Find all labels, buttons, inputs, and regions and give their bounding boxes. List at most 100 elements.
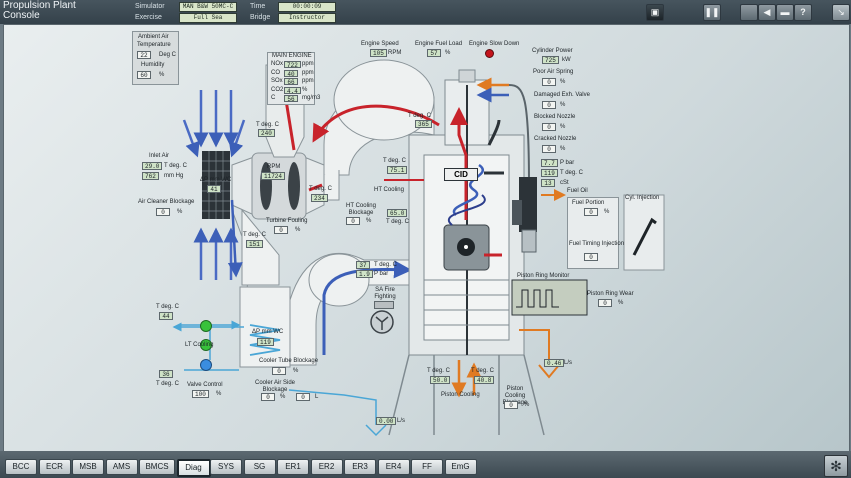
- ht-out-temp-value: 65.0: [387, 209, 408, 217]
- tab-msb[interactable]: MSB: [72, 459, 104, 475]
- tab-sg[interactable]: SG: [243, 459, 276, 475]
- piston-ring-wear-unit: %: [618, 300, 624, 306]
- fire-fighting-toggle[interactable]: [374, 301, 394, 309]
- ht-out-temp-unit: T deg. C: [386, 219, 409, 225]
- engine-slow-down-label: Engine Slow Down: [469, 41, 520, 47]
- taskbar: BCC ECR MSB AMS BMCS Diag SYS SG ER1 ER2 ER3 ER4 FF E…: [0, 451, 851, 478]
- scav-air-pressure-unit: P bar: [374, 271, 389, 277]
- air-cleaner-blockage-value[interactable]: 0: [156, 208, 170, 216]
- piston-ring-wear-value[interactable]: 0: [598, 299, 612, 307]
- ambient-air-panel: Ambient Air Temperature 22 Deg C Humidit…: [132, 31, 179, 85]
- ambient-humidity-value[interactable]: 60: [137, 71, 151, 79]
- turbine-in-temp-label: T deg. C: [256, 122, 279, 128]
- fuel-pressure-value: 7.7: [541, 159, 558, 167]
- engine-fuel-load-value: 57: [427, 49, 441, 57]
- damaged-exh-valve-value[interactable]: 0: [542, 101, 556, 109]
- cid-label: CID: [444, 168, 478, 181]
- emission-unit: mg/m3: [302, 95, 321, 101]
- tab-ecr[interactable]: ECR: [38, 459, 71, 475]
- chat-icon[interactable]: ▬: [776, 4, 794, 21]
- poor-air-spring-label: Poor Air Spring: [533, 69, 574, 75]
- drain-flow-unit: L/s: [397, 418, 406, 424]
- bridge-label: Bridge: [250, 14, 271, 21]
- ht-temp-value: 75.1: [387, 166, 408, 174]
- ht-cooling-blockage-value[interactable]: 0: [346, 217, 360, 225]
- emission-key: CO: [271, 69, 280, 76]
- turbine-fouling-unit: %: [295, 227, 301, 233]
- cyl-injection-label: Cyl. Injection: [625, 195, 660, 201]
- blocked-nozzle-value[interactable]: 0: [542, 123, 556, 131]
- tab-sys[interactable]: SYS: [210, 459, 242, 475]
- tab-ams[interactable]: AMS: [105, 459, 138, 475]
- cooler-dp-value: 119: [257, 338, 274, 346]
- tab-emg[interactable]: EmG: [444, 459, 477, 475]
- inlet-air-temp-value: 29.0: [142, 162, 163, 170]
- piston-cooling-temp1-value: 50.0: [430, 376, 451, 384]
- cylinder-power-value: 725: [542, 56, 559, 64]
- blank-button[interactable]: [740, 4, 758, 21]
- cooler-tube-blockage-value[interactable]: 0: [272, 367, 286, 375]
- fuel-viscosity-value: 13: [541, 179, 555, 187]
- cracked-nozzle-value[interactable]: 0: [542, 145, 556, 153]
- piston-cooling-temp2-label: T deg. C: [471, 368, 494, 374]
- engine-fuel-load-label: Engine Fuel Load: [415, 41, 463, 47]
- tab-bcc[interactable]: BCC: [5, 459, 37, 475]
- slow-down-indicator-icon: [485, 49, 494, 58]
- engine-schematic: [172, 59, 665, 437]
- fuel-portion-value[interactable]: 0: [584, 208, 598, 216]
- lt-return-temp-label: T deg. C: [156, 381, 179, 387]
- piston-ring-monitor-screen: [511, 279, 588, 316]
- inlet-air-temp-unit: T deg. C: [164, 163, 187, 169]
- valve-control-value[interactable]: 100: [192, 390, 209, 398]
- poor-air-spring-unit: %: [560, 79, 566, 85]
- cooler-air-side-blockage-value[interactable]: 0: [261, 393, 275, 401]
- emission-value: 722: [284, 61, 301, 69]
- engine-speed-unit: RPM: [388, 50, 402, 56]
- fuel-timing-value[interactable]: 0: [584, 253, 598, 261]
- emission-value: 66: [284, 78, 298, 86]
- turbine-fouling-value[interactable]: 0: [274, 226, 288, 234]
- compressor-temp-label: T deg. C: [243, 232, 266, 238]
- pause-icon[interactable]: ❚❚: [703, 4, 721, 21]
- ht-cooling-blockage-label: HT Cooling Blockage: [346, 203, 376, 216]
- fan-icon[interactable]: ✻: [824, 455, 848, 477]
- emission-key: CO2: [271, 86, 284, 93]
- speaker-icon[interactable]: ◀: [758, 4, 776, 21]
- poor-air-spring-value[interactable]: 0: [542, 78, 556, 86]
- cracked-nozzle-unit: %: [560, 146, 566, 152]
- cooler-air-side-blockage-unit: %: [280, 394, 286, 400]
- exhaust-temp-label: T deg. C: [408, 113, 431, 119]
- ambient-temp-value[interactable]: 22: [137, 51, 151, 59]
- ambient-air-title: Ambient Air: [138, 34, 169, 40]
- exit-icon[interactable]: ↘: [832, 4, 850, 21]
- cooler-drain-value[interactable]: 0: [296, 393, 310, 401]
- air-cleaner-blockage-unit: %: [177, 209, 183, 215]
- lt-valve-top-icon[interactable]: [200, 320, 212, 332]
- tab-er1[interactable]: ER1: [277, 459, 309, 475]
- sa-fire-fighting-label: SA Fire Fighting: [374, 287, 396, 300]
- exercise-label: Exercise: [135, 14, 162, 21]
- air-cleaner-blockage-label: Air Cleaner Blockage: [138, 199, 195, 205]
- simulator-value: MAN B&W 50MC-C: [179, 2, 237, 12]
- tab-er2[interactable]: ER2: [310, 459, 343, 475]
- lt-valve-bottom-icon[interactable]: [200, 359, 212, 371]
- tab-er4[interactable]: ER4: [377, 459, 410, 475]
- scav-air-temp-unit: T deg. C: [374, 262, 397, 268]
- turbo-rpm-value: 11724: [261, 172, 286, 180]
- engine-fuel-load-unit: %: [445, 50, 451, 56]
- tab-diag[interactable]: Diag: [176, 459, 211, 477]
- lo-flow-unit: L/s: [564, 360, 573, 366]
- help-icon[interactable]: ?: [794, 4, 812, 21]
- monitor-icon[interactable]: ▣: [646, 4, 664, 21]
- tab-bmcs[interactable]: BMCS: [139, 459, 175, 475]
- emission-key: NOx: [271, 61, 283, 67]
- piston-cooling-temp2-value: 40.8: [474, 376, 495, 384]
- tab-ff[interactable]: FF: [411, 459, 443, 475]
- inlet-air-pressure-unit: mm Hg: [164, 173, 184, 179]
- emission-value: 40: [284, 69, 298, 78]
- turbine-fouling-label: Turbine Fouling: [266, 218, 308, 224]
- tab-er3[interactable]: ER3: [344, 459, 376, 475]
- valve-control-unit: %: [216, 391, 222, 397]
- piston-cooling-blockage-value[interactable]: 0: [504, 401, 518, 409]
- lt-temp-value: 44: [159, 312, 173, 320]
